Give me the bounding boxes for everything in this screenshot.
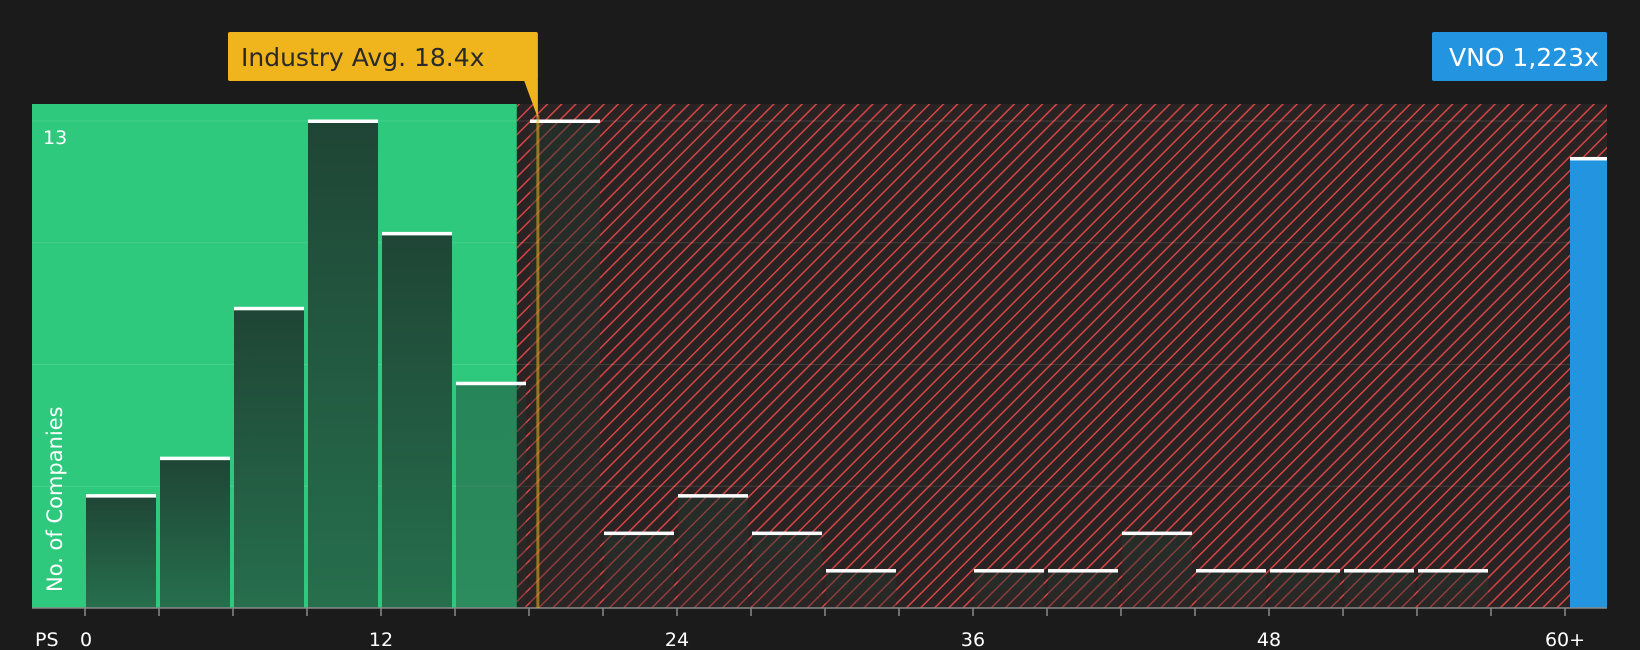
histogram-bar: [530, 121, 600, 608]
bar-cap: [1418, 569, 1488, 573]
company-bar: [1570, 158, 1607, 608]
x-tick-label: 12: [369, 629, 393, 650]
industry-average-label: Industry Avg. 18.4x: [241, 43, 484, 72]
bar-cap: [1344, 569, 1414, 573]
x-tick-label: 48: [1257, 629, 1281, 650]
x-tick-label: 0: [80, 629, 92, 650]
company-bar-cap: [1570, 156, 1607, 161]
bar-cap: [1196, 569, 1266, 573]
histogram-bar: [382, 233, 452, 608]
histogram-bar: [1196, 570, 1266, 608]
bar-cap: [456, 381, 526, 386]
histogram-bar: [752, 533, 822, 608]
x-axis: 0 12 24 36 48 60+: [32, 607, 1607, 650]
histogram-bar: [604, 533, 674, 608]
bar-cap: [1270, 569, 1340, 573]
histogram-bar: [234, 308, 304, 608]
histogram-bar: [1122, 533, 1192, 608]
histogram-bar: [456, 383, 526, 608]
histogram-bar: [1344, 570, 1414, 608]
bar-cap: [974, 569, 1044, 573]
company-label: VNO 1,223x: [1449, 43, 1599, 72]
bar-cap: [1122, 531, 1192, 536]
y-tick-label: 13: [43, 127, 67, 149]
bar-cap: [160, 456, 230, 461]
histogram-bar: [1270, 570, 1340, 608]
x-tick-label: 60+: [1545, 629, 1585, 650]
bar-cap: [308, 119, 378, 123]
bar-cap: [826, 569, 896, 573]
bar-cap: [1048, 569, 1118, 573]
bar-cap: [678, 494, 748, 498]
ps-distribution-chart: 0 12 24 36 48 60+ 13 No. of Companies PS Indu…: [32, 32, 1607, 650]
bar-cap: [86, 494, 156, 498]
y-axis-label: No. of Companies: [43, 406, 67, 592]
histogram-bar: [308, 121, 378, 608]
histogram-bar: [86, 495, 156, 608]
x-axis-label: PS: [35, 629, 59, 650]
bar-cap: [604, 531, 674, 536]
bar-cap: [752, 531, 822, 536]
histogram-bar: [678, 495, 748, 608]
histogram-bar: [826, 570, 896, 608]
x-tick-label: 24: [665, 629, 689, 650]
histogram-bar: [1048, 570, 1118, 608]
bar-cap: [530, 119, 600, 123]
bar-cap: [234, 306, 304, 311]
histogram-bar: [1418, 570, 1488, 608]
histogram-bar: [160, 458, 230, 608]
x-tick-label: 36: [961, 629, 985, 650]
histogram-bar: [974, 570, 1044, 608]
bar-cap: [382, 231, 452, 236]
company-callout: VNO 1,223x: [1432, 32, 1607, 81]
